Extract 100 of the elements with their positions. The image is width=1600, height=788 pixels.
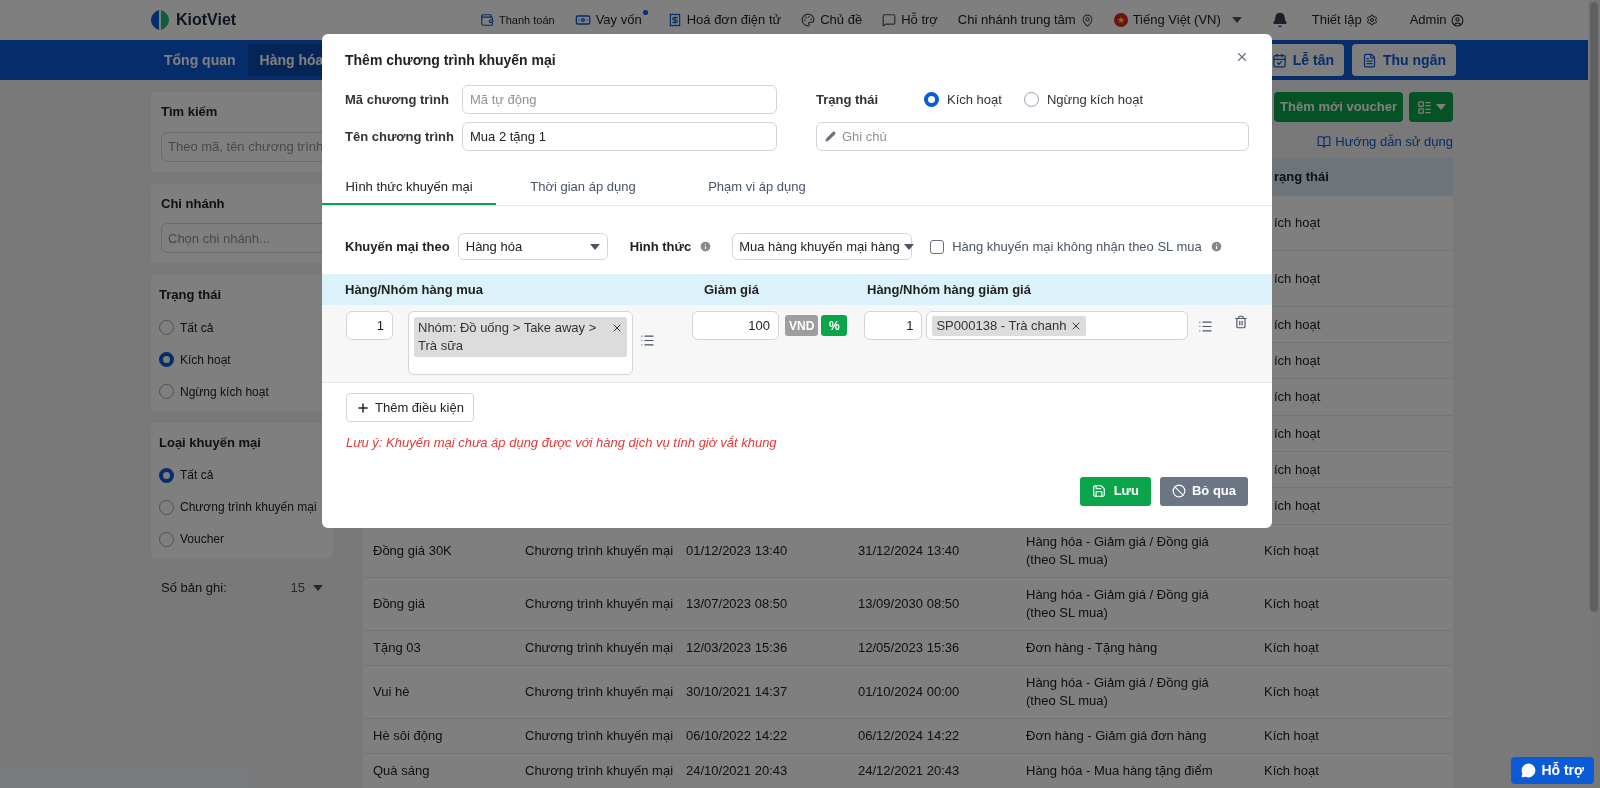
unit-toggle[interactable]: VND	[785, 315, 819, 336]
discount-input[interactable]: 100	[692, 311, 780, 340]
radio-label[interactable]: Kích hoạt	[947, 89, 1002, 110]
radio-label[interactable]: Voucher	[180, 530, 225, 548]
table-cell-text: 06/10/2022 14:22	[685, 727, 789, 746]
table-cell-text: Chương trình khuyến mại	[525, 683, 675, 702]
table-cell-text: 12/05/2023 15:36	[857, 639, 961, 658]
header-link[interactable]: Vay vốn	[574, 10, 642, 30]
checkbox-label[interactable]: Hàng khuyến mại không nhận theo SL mua	[952, 236, 1202, 257]
tab[interactable]: Hình thức khuyến mại	[322, 177, 496, 205]
column-header: Hàng/Nhóm hàng giảm giá	[867, 280, 1032, 299]
logo-text: KiotViet	[176, 10, 237, 30]
support-button[interactable]: Hỗ trợ	[1511, 757, 1594, 784]
filter-title: Loại khuyến mại	[159, 433, 262, 452]
table-cell-text: 01/12/2023 13:40	[685, 542, 789, 561]
table-cell-text: Hàng hóa - Giảm giá / Đồng giá (theo SL mua)	[1025, 533, 1210, 569]
table-cell-text: Quà sáng	[372, 762, 431, 781]
table-cell-text: Hàng hóa - Giảm giá / Đồng giá (theo SL mua)	[1025, 586, 1210, 622]
table-cell-text: Hàng hóa - Giảm giá / Đồng giá (theo SL mua)	[1025, 674, 1210, 710]
promo-form-select[interactable]: Mua hàng khuyến mại hàng	[732, 233, 913, 260]
table-cell-text: Chương trình khuyến mại	[525, 639, 675, 658]
tab[interactable]: Phạm vi áp dụng	[670, 177, 844, 205]
field-label: Trạng thái	[816, 90, 880, 109]
header-link[interactable]: Tiếng Việt (VN)	[1113, 10, 1242, 30]
table-cell-text: 13/07/2023 08:50	[685, 595, 789, 614]
radio-label[interactable]: Chương trình khuyến mại	[180, 498, 317, 516]
name-input[interactable]: Mua 2 tặng 1	[462, 122, 777, 151]
table-cell-text: ích hoạt	[1273, 460, 1322, 479]
radio-label[interactable]: Kích hoạt	[180, 350, 231, 369]
column-header: Giảm giá	[704, 280, 760, 299]
header-link[interactable]: Hoá đơn điện tử	[667, 10, 782, 30]
column-header: Hàng/Nhóm hàng mua	[345, 280, 484, 299]
radio-label[interactable]: Tất cả	[180, 466, 214, 484]
table-cell-text: Kích hoạt	[1263, 762, 1320, 781]
settings-link[interactable]: Thiết lập	[1311, 10, 1378, 30]
radio-label[interactable]: Tất cả	[180, 318, 214, 337]
user-menu[interactable]: Admin	[1409, 10, 1464, 30]
table-cell-text: Kích hoạt	[1263, 727, 1320, 746]
item-tag: SP000138 - Trà chanh	[932, 315, 1087, 336]
code-input[interactable]: Mã tự động	[462, 85, 777, 114]
filter-title: Tìm kiếm	[161, 103, 219, 121]
field-label: Mã chương trình	[345, 90, 450, 109]
table-cell-text: Chương trình khuyến mại	[525, 727, 675, 746]
table-cell-text: ích hoạt	[1273, 214, 1322, 233]
header-link[interactable]: Chi nhánh trung tâm	[957, 10, 1094, 30]
table-cell-text: 24/10/2021 20:43	[685, 762, 789, 781]
table-cell-text: 06/12/2024 14:22	[857, 727, 961, 746]
table-cell-text: ích hoạt	[1273, 315, 1322, 334]
header-link[interactable]: Thanh toán	[480, 11, 555, 29]
table-cell-text: ích hoạt	[1273, 351, 1322, 370]
tab[interactable]: Thời gian áp dụng	[496, 177, 670, 205]
radio-label[interactable]: Ngừng kích hoạt	[180, 382, 269, 401]
table-cell-text: ích hoạt	[1273, 388, 1322, 407]
table-cell-text: Kích hoạt	[1263, 595, 1320, 614]
table-cell-text: Tặng 03	[372, 639, 422, 658]
note-input[interactable]: Ghi chú	[816, 122, 1249, 151]
table-cell-text: Kích hoạt	[1263, 683, 1320, 702]
nav-button[interactable]: Thu ngân	[1352, 44, 1456, 76]
item-picker[interactable]: SP000138 - Trà chanh	[926, 311, 1189, 340]
header-link[interactable]: Hỗ trợ	[882, 10, 938, 30]
table-cell-text: Hè sôi động	[372, 727, 444, 746]
header-link[interactable]: Chủ đề	[801, 10, 863, 30]
table-cell-text: Vui hè	[372, 683, 411, 702]
unit-toggle[interactable]: %	[821, 315, 848, 336]
add-condition-button[interactable]: Thêm điều kiện	[346, 393, 474, 422]
filter-title: Trạng thái	[159, 286, 223, 304]
table-cell-text: 12/03/2023 15:36	[685, 639, 789, 658]
table-cell-text: Đơn hàng - Giảm giá đơn hàng	[1025, 727, 1208, 745]
table-cell-text: Đồng giá 30K	[372, 542, 453, 561]
table-cell-text: 01/10/2024 00:00	[857, 683, 961, 702]
table-cell-text: ích hoạt	[1273, 497, 1322, 516]
item-picker[interactable]: Nhóm: Đồ uống > Take away > Trà sữa	[408, 311, 634, 375]
warning-text: Lưu ý: Khuyến mại chưa áp dụng được với hàng dịch vụ tính giờ vắt khung	[345, 434, 778, 452]
table-cell-text: ích hoạt	[1273, 424, 1322, 443]
records-select[interactable]: 15	[290, 578, 323, 598]
table-cell-text: Kích hoạt	[1263, 542, 1320, 561]
table-cell-text: 13/09/2030 08:50	[857, 595, 961, 614]
table-cell-text: Chương trình khuyến mại	[525, 542, 675, 561]
dialog-title: Thêm chương trình khuyến mại	[345, 51, 556, 70]
filter-title: Chi nhánh	[161, 194, 226, 213]
quantity-input[interactable]: 1	[346, 311, 393, 340]
save-button[interactable]: Lưu	[1079, 476, 1151, 506]
table-cell-text: Hàng hóa - Mua hàng tặng điểm	[1025, 762, 1214, 780]
table-cell-text: Chương trình khuyến mại	[525, 762, 675, 781]
table-cell-text: Đồng giá	[372, 595, 427, 614]
table-cell-text: 31/12/2024 13:40	[857, 542, 961, 561]
field-label: Hình thức	[629, 237, 692, 256]
table-cell-text: ích hoạt	[1273, 269, 1322, 288]
quantity-input[interactable]: 1	[864, 311, 923, 340]
promo-type-select[interactable]: Hàng hóa	[457, 233, 608, 260]
table-cell-text: 24/12/2021 20:43	[857, 762, 961, 781]
radio-label[interactable]: Ngừng kích hoạt	[1046, 89, 1144, 110]
column-header: rạng thái	[1273, 168, 1330, 187]
item-tag: Nhóm: Đồ uống > Take away > Trà sữa	[414, 317, 628, 357]
table-cell-text: Kích hoạt	[1263, 639, 1320, 658]
guide-link[interactable]: Hướng dẫn sử dụng	[1317, 132, 1453, 152]
table-cell-text: Chương trình khuyến mại	[525, 595, 675, 614]
nav-tab[interactable]: Tổng quan	[152, 44, 248, 76]
cancel-button[interactable]: Bỏ qua	[1159, 476, 1248, 506]
table-cell-text: 30/10/2021 14:37	[685, 683, 789, 702]
